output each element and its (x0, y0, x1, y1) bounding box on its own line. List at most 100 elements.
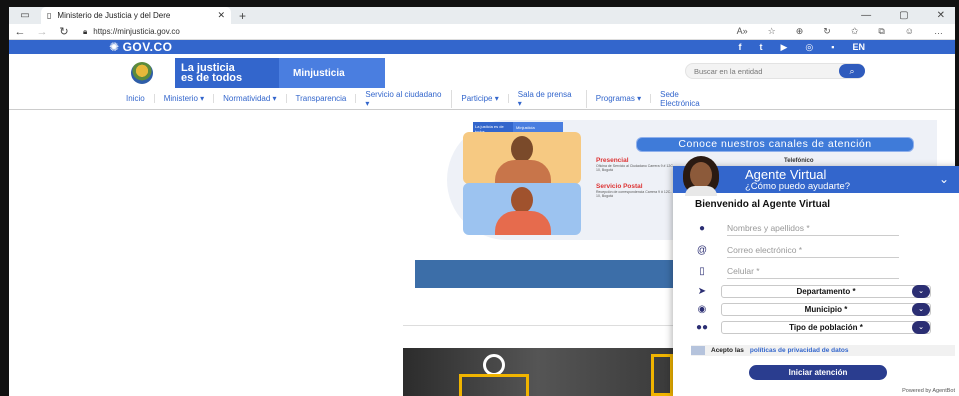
name-field[interactable]: Nombres y apellidos * (727, 220, 899, 236)
nav-item-sala-prensa[interactable]: Sala de prensa ▾ (509, 89, 587, 108)
nav-item-servicio-ciudadano[interactable]: Servicio al ciudadano ▾ (356, 89, 453, 108)
tab-close-icon[interactable]: ✕ (217, 10, 225, 21)
url-field[interactable]: 🔒︎ https://minjusticia.gov.co (83, 27, 180, 37)
forward-icon[interactable]: → (31, 26, 53, 38)
chevron-down-icon[interactable]: ⌄ (912, 285, 930, 298)
map-pin-icon: ◉ (697, 304, 707, 315)
window-frame-top (0, 0, 959, 7)
minimize-button[interactable]: — (861, 10, 871, 21)
govco-logo-text: GOV.CO (122, 40, 173, 54)
url-text: https://minjusticia.gov.co (93, 27, 180, 36)
facebook-icon[interactable]: f (739, 42, 742, 53)
user-icon: ● (698, 222, 706, 234)
window-controls: — ▢ ✕ (861, 10, 955, 21)
instagram-icon[interactable]: ◎ (805, 42, 813, 53)
postal-illustration (463, 183, 581, 235)
municipality-row: ◉ Municipio * ⌄ (691, 303, 931, 316)
department-select-label: Departamento * (796, 287, 856, 296)
postal-text: Recepción de correspondencia Carrera 9 #… (596, 190, 672, 198)
municipality-select[interactable]: Municipio * ⌄ (721, 303, 931, 316)
window-frame-left (0, 0, 9, 396)
consent-text: Acepto las (711, 347, 744, 354)
department-select[interactable]: Departamento * ⌄ (721, 285, 931, 298)
document-icon (651, 354, 673, 396)
nav-item-transparencia[interactable]: Transparencia (287, 94, 357, 103)
channels-banner[interactable]: Conoce nuestros canales de atención (636, 137, 914, 152)
agent-header[interactable]: Agente Virtual ¿Cómo puedo ayudarte? ⌄ (673, 156, 959, 196)
presencial-text: Oficina de Servicio al Ciudadano Carrera… (596, 164, 675, 172)
population-select-label: Tipo de población * (789, 323, 863, 332)
maximize-button[interactable]: ▢ (899, 10, 908, 21)
ministry-brand[interactable]: La justicia es de todos Minjusticia (109, 58, 385, 88)
close-window-button[interactable]: ✕ (937, 10, 945, 21)
nav-item-programas[interactable]: Programas ▾ (587, 94, 652, 103)
section-divider (403, 325, 673, 326)
chevron-down-icon[interactable]: ⌄ (912, 303, 930, 316)
powered-by: Powered by AgentBot (902, 388, 955, 394)
phone-channel-title: Telefónico (784, 158, 814, 164)
twitter-icon[interactable]: t (760, 42, 763, 53)
ministry-name: Minjusticia (279, 58, 385, 88)
at-icon: @ (696, 244, 708, 256)
person-icon (483, 354, 505, 376)
chevron-down-icon[interactable]: ⌄ (939, 172, 949, 186)
browser-tab-active[interactable]: ▯ Ministerio de Justicia y del Dere ✕ (41, 7, 231, 24)
page-favicon-icon: ▯ (47, 11, 52, 20)
phone-field[interactable]: Celular * (727, 263, 899, 279)
consent-checkbox[interactable] (691, 346, 705, 355)
privacy-policy-link[interactable]: políticas de privacidad de datos (750, 347, 849, 354)
email-field-row: @ Correo electrónico * (691, 242, 899, 258)
extension-icon[interactable]: ⊕ (796, 26, 804, 37)
search-input[interactable]: Buscar en la entidad (685, 63, 865, 79)
slogan-line-2: es de todos (181, 72, 243, 84)
name-field-row: ● Nombres y apellidos * (691, 220, 899, 236)
postal-title: Servicio Postal (596, 183, 643, 190)
presencial-title: Presencial (596, 157, 629, 164)
postal-card: Servicio Postal Recepción de corresponde… (596, 183, 676, 198)
agent-avatar (679, 156, 723, 196)
youtube-icon[interactable]: ▶ (781, 42, 788, 53)
population-select[interactable]: Tipo de población * ⌄ (721, 321, 931, 334)
nav-item-inicio[interactable]: Inicio (117, 94, 155, 103)
tab-title: Ministerio de Justicia y del Dere (57, 11, 171, 20)
flickr-icon[interactable]: ▪ (831, 42, 834, 53)
featured-image[interactable] (403, 348, 673, 396)
tab-actions-icon[interactable]: ▭ (9, 10, 41, 21)
nav-item-sede-electronica[interactable]: Sede Electrónica (651, 90, 721, 108)
agent-subtitle: ¿Cómo puedo ayudarte? (745, 181, 851, 192)
address-bar: ← → ↻ 🔒︎ https://minjusticia.gov.co A» ☆… (9, 24, 955, 40)
lock-icon[interactable]: 🔒︎ (83, 27, 87, 37)
presencial-card: Presencial Oficina de Servicio al Ciudad… (596, 157, 676, 172)
favorite-icon[interactable]: ☆ (768, 26, 776, 37)
search-icon[interactable]: ⌕ (839, 64, 865, 78)
agent-welcome: Bienvenido al Agente Virtual (695, 199, 831, 210)
sync-icon[interactable]: ↻ (823, 26, 831, 37)
site-header: La justicia es de todos Minjusticia Busc… (9, 54, 955, 90)
more-icon[interactable]: … (934, 26, 943, 37)
collections-icon[interactable]: ⧉ (878, 26, 884, 37)
nav-item-participe[interactable]: Participe ▾ (452, 94, 509, 103)
refresh-icon[interactable]: ↻ (53, 25, 75, 38)
email-field[interactable]: Correo electrónico * (727, 242, 899, 258)
favorites-icon[interactable]: ✩ (851, 26, 859, 37)
back-icon[interactable]: ← (9, 26, 31, 38)
language-icon[interactable]: EN (852, 42, 865, 53)
read-aloud-icon[interactable]: A» (737, 26, 748, 37)
virtual-agent-panel: Agente Virtual ¿Cómo puedo ayudarte? ⌄ B… (673, 156, 959, 396)
nav-item-normatividad[interactable]: Normatividad ▾ (214, 94, 287, 103)
chevron-down-icon[interactable]: ⌄ (912, 321, 930, 334)
coat-of-arms-icon (109, 58, 175, 88)
main-nav: Inicio Ministerio ▾ Normatividad ▾ Trans… (9, 88, 955, 110)
network-icon (459, 374, 529, 396)
gov-bar: ✺ GOV.CO f t ▶ ◎ ▪ EN (9, 40, 955, 54)
browser-toolbar: A» ☆ ⊕ ↻ ✩ ⧉ ☺ … (737, 26, 955, 37)
profile-icon[interactable]: ☺ (905, 26, 914, 37)
start-attention-button[interactable]: Iniciar atención (749, 365, 887, 380)
phone-field-row: ▯ Celular * (691, 263, 899, 279)
govco-logo[interactable]: ✺ GOV.CO (109, 40, 172, 54)
new-tab-button[interactable]: + (239, 9, 246, 23)
slogan: La justicia es de todos (175, 58, 279, 88)
population-row: ●● Tipo de población * ⌄ (691, 321, 931, 334)
nav-item-ministerio[interactable]: Ministerio ▾ (155, 94, 215, 103)
browser-tab-bar: ▭ ▯ Ministerio de Justicia y del Dere ✕ … (9, 7, 955, 24)
